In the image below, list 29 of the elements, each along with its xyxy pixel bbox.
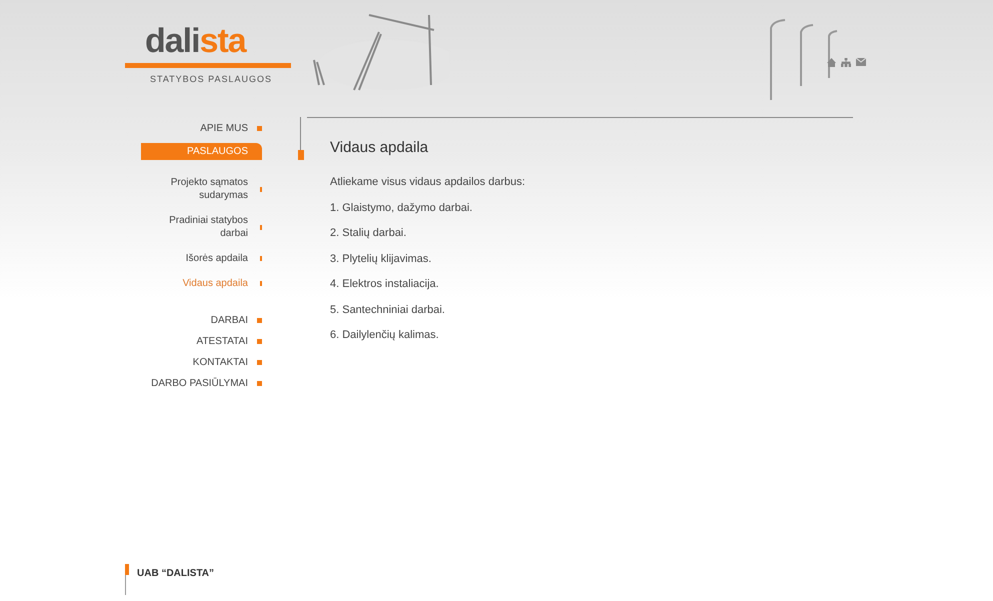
mail-icon[interactable] xyxy=(856,58,866,66)
page-title: Vidaus apdaila xyxy=(330,138,430,158)
menu-item[interactable]: DARBO PASIŪLYMAI xyxy=(151,376,248,391)
service-list-item: 1. Glaistymo, dažymo darbai. xyxy=(330,200,474,216)
submenu-item[interactable]: Projekto sąmatos sudarymas xyxy=(148,176,248,202)
accent-marker xyxy=(298,150,304,160)
bullet-icon xyxy=(257,360,262,365)
bullet-icon xyxy=(257,126,262,131)
service-list-item: 6. Dailylenčių kalimas. xyxy=(330,328,440,343)
accent-marker xyxy=(125,564,129,575)
submenu-item[interactable]: Pradiniai statybos darbai xyxy=(148,214,248,240)
bullet-icon xyxy=(257,339,262,344)
sitemap-icon[interactable] xyxy=(841,58,851,67)
menu-item[interactable]: DARBAI xyxy=(210,313,248,328)
menu-item[interactable]: KONTAKTAI xyxy=(192,355,248,370)
service-list-item: 4. Elektros instaliacija. xyxy=(330,277,440,292)
menu-item[interactable]: ATESTATAI xyxy=(196,334,248,349)
logo[interactable]: dalista xyxy=(125,24,291,58)
bullet-icon xyxy=(257,318,262,323)
submenu-item[interactable]: Išorės apdaila xyxy=(148,252,248,265)
menu-item[interactable]: APIE MUS xyxy=(200,121,248,136)
bullet-icon xyxy=(257,381,262,386)
home-icon[interactable] xyxy=(827,58,836,67)
intro-text: Atliekame visus vidaus apdailos darbus: xyxy=(330,175,526,190)
tagline: STATYBOS PASLAUGOS xyxy=(149,73,274,86)
service-list-item: 5. Santechniniai darbai. xyxy=(330,302,446,318)
service-list-item: 2. Stalių darbai. xyxy=(330,226,408,241)
service-list-item: 3. Plytelių klijavimas. xyxy=(330,252,432,266)
company-name: UAB “DALISTA” xyxy=(137,567,214,581)
